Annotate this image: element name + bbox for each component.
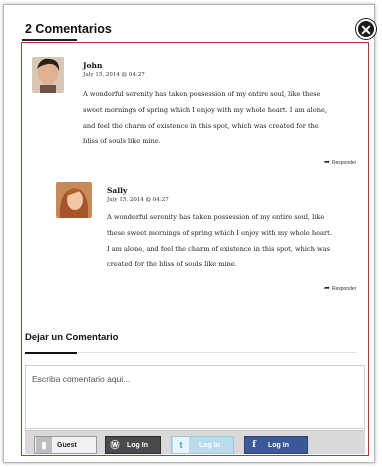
- reply-label: Responder: [331, 286, 357, 292]
- comment-line: A wonderful serenity has taken possessio…: [83, 90, 321, 98]
- title-underline: [22, 39, 77, 41]
- comment-textarea[interactable]: Escriba comentario aqui...: [25, 365, 365, 429]
- guest-label: Guest: [57, 441, 77, 449]
- reply-label: Responder: [331, 160, 357, 166]
- guest-button[interactable]: ▮ Guest: [34, 436, 97, 454]
- facebook-icon: f: [252, 440, 256, 450]
- twitter-login-button[interactable]: t Log In: [171, 436, 234, 454]
- wordpress-login-button[interactable]: Ⓦ Log In: [105, 436, 161, 454]
- comment-author[interactable]: Sally: [107, 186, 127, 195]
- comment-line: and feel the charm of existence in this …: [83, 121, 319, 130]
- comment-body: A wonderful serenity has taken possessio…: [83, 87, 327, 150]
- comment-line: these sweet mornings of spring which I e…: [107, 228, 332, 237]
- comment-line: A wonderful serenity has taken possessio…: [107, 213, 325, 221]
- comments-count-title: 2 Comentarios: [25, 22, 112, 36]
- reply-icon: ➦: [324, 285, 330, 292]
- comment-date: July 15, 2014 @ 04:27: [107, 197, 169, 203]
- comment-line: bliss of souls like mine.: [83, 137, 161, 146]
- avatar-john: [32, 57, 64, 93]
- comment-body: A wonderful serenity has taken possessio…: [107, 210, 332, 273]
- twitter-login-label: Log In: [199, 441, 220, 449]
- twitter-icon: t: [173, 437, 189, 453]
- comment-line: I am alone, and feel the charm of existe…: [107, 244, 330, 253]
- wordpress-icon: Ⓦ: [110, 440, 120, 450]
- divider: [77, 352, 357, 353]
- comment-placeholder: Escriba comentario aqui...: [32, 374, 131, 384]
- reply-link[interactable]: ➦ Responder: [324, 158, 356, 166]
- reply-icon: ➦: [324, 159, 330, 166]
- comment-line: created for the bliss of souls like mine…: [107, 260, 237, 269]
- facebook-login-label: Log In: [268, 441, 289, 449]
- avatar-sally: [56, 182, 92, 218]
- comment-line: sweet mornings of spring which I enjoy w…: [83, 105, 328, 114]
- user-icon: ▮: [36, 437, 52, 453]
- login-bar: ▮ Guest Ⓦ Log In t Log In f Log In: [25, 430, 365, 454]
- reply-link[interactable]: ➦ Responder: [324, 284, 356, 292]
- facebook-login-button[interactable]: f Log In: [244, 436, 308, 454]
- comment-author[interactable]: John: [83, 61, 102, 70]
- leave-comment-underline: [25, 352, 77, 354]
- close-icon[interactable]: ✕: [356, 19, 376, 39]
- comment-date: July 15, 2014 @ 04:27: [83, 72, 145, 78]
- leave-comment-title: Dejar un Comentario: [25, 332, 119, 343]
- wordpress-login-label: Log In: [127, 441, 148, 449]
